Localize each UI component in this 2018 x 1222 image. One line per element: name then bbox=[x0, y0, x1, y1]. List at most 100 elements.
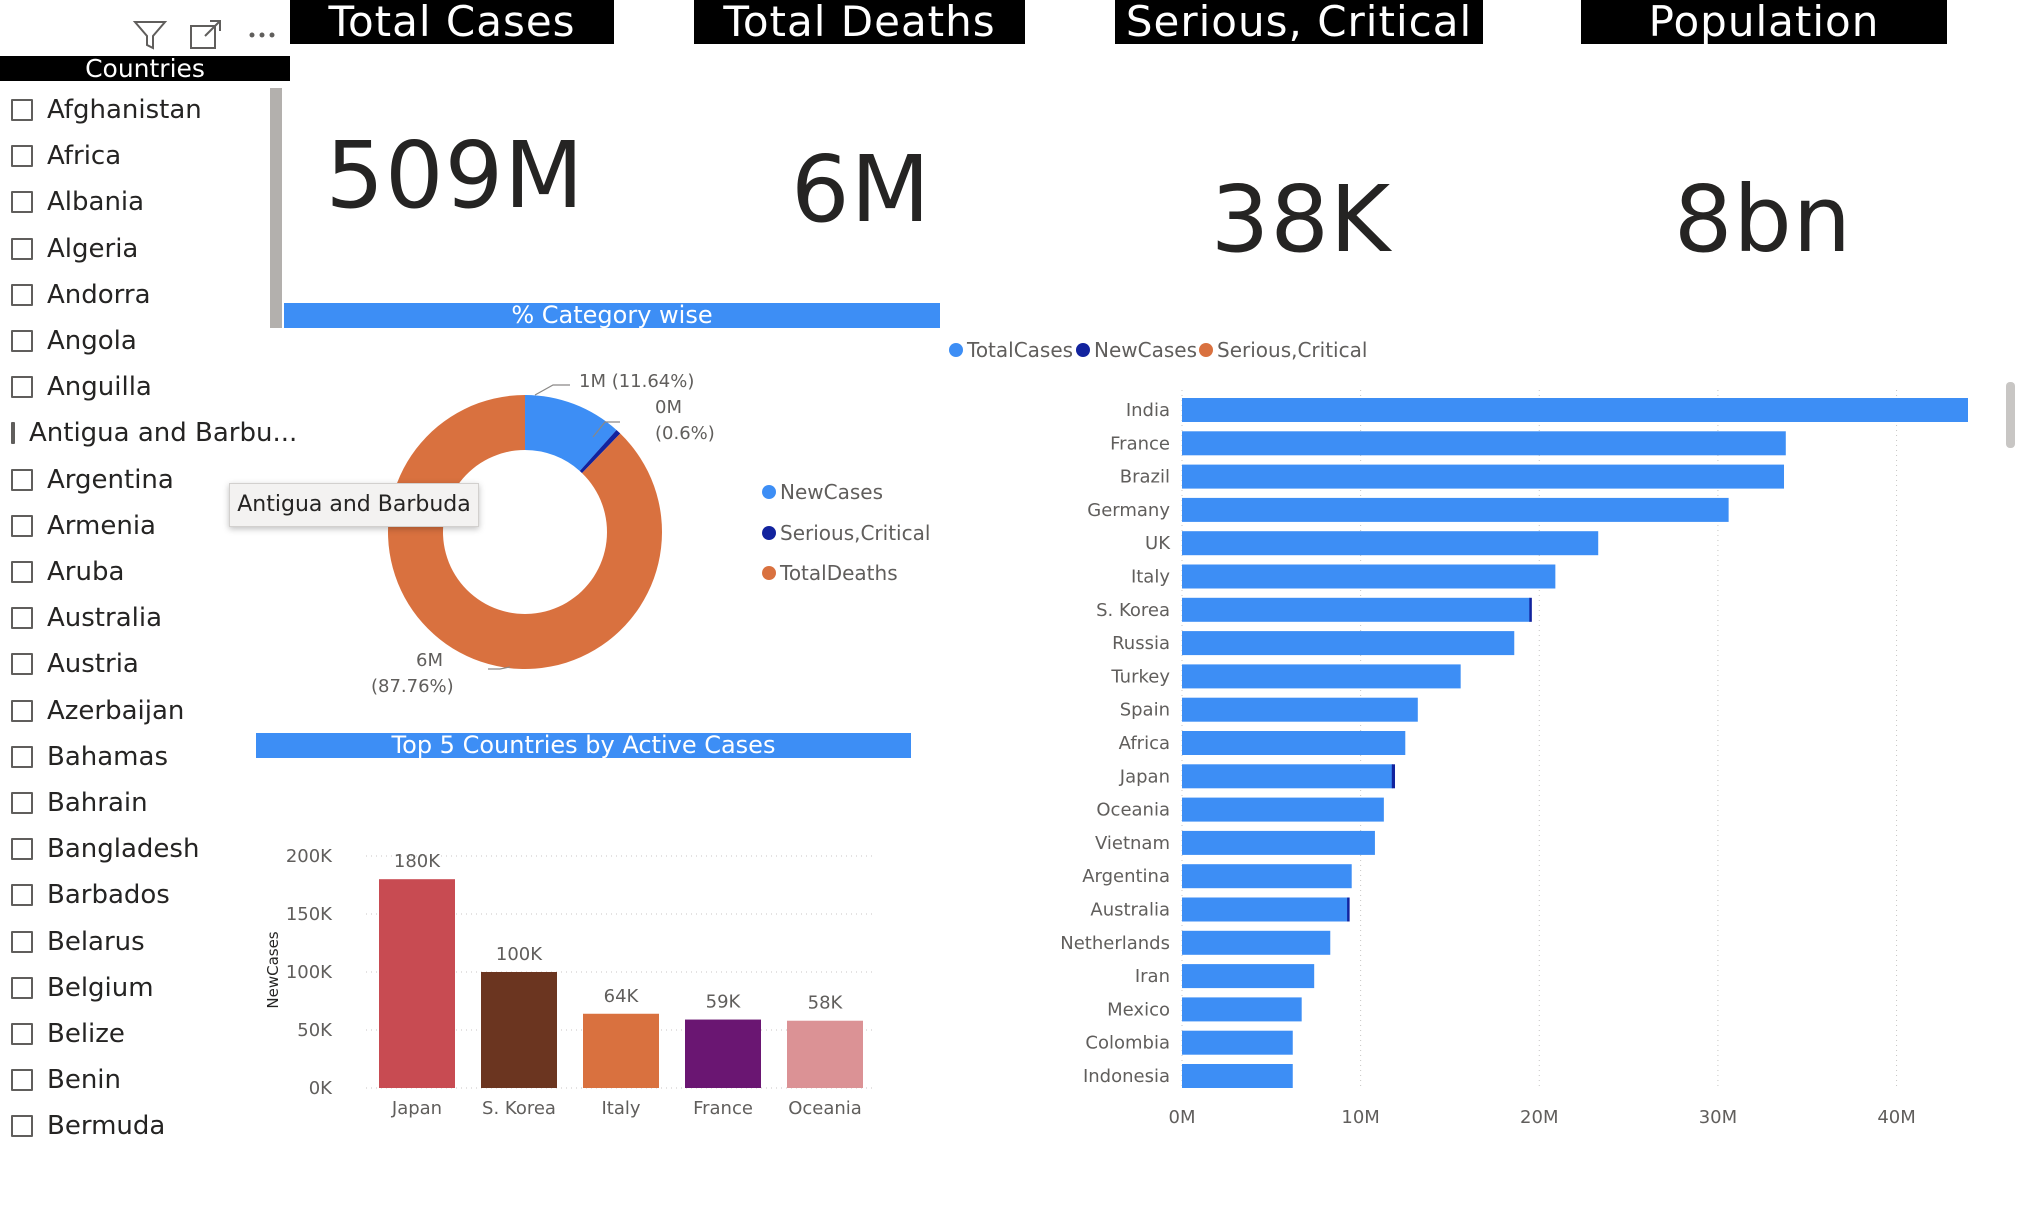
checkbox[interactable] bbox=[11, 699, 33, 722]
checkbox[interactable] bbox=[11, 1115, 33, 1138]
column-bar[interactable] bbox=[583, 1013, 659, 1088]
checkbox[interactable] bbox=[11, 884, 33, 907]
slicer-item[interactable]: Aruba bbox=[0, 552, 280, 592]
donut-legend-newcases[interactable]: NewCases bbox=[762, 480, 883, 504]
checkbox[interactable] bbox=[11, 976, 33, 999]
slicer-item[interactable]: Bangladesh bbox=[0, 829, 280, 869]
slicer-item[interactable]: Bahrain bbox=[0, 783, 280, 823]
bar-newcases[interactable] bbox=[1391, 764, 1396, 789]
slicer-item[interactable]: Afghanistan bbox=[0, 90, 280, 130]
checkbox[interactable] bbox=[11, 422, 15, 445]
bar-totalcases[interactable] bbox=[1182, 897, 1349, 922]
slicer-item[interactable]: Belize bbox=[0, 1014, 280, 1054]
y-tick-label: 100K bbox=[286, 962, 333, 983]
bar-newcases[interactable] bbox=[1529, 597, 1532, 622]
bar-totalcases[interactable] bbox=[1182, 731, 1406, 755]
checkbox[interactable] bbox=[11, 468, 33, 491]
column-bar[interactable] bbox=[685, 1019, 761, 1088]
slicer-item[interactable]: Azerbaijan bbox=[0, 691, 280, 731]
slicer-item[interactable]: Africa bbox=[0, 136, 280, 176]
bar-totalcases[interactable] bbox=[1182, 597, 1531, 622]
legend-dot-icon bbox=[762, 485, 776, 499]
slicer-item[interactable]: Benin bbox=[0, 1060, 280, 1100]
donut-legend-serious[interactable]: Serious,Critical bbox=[762, 521, 930, 545]
checkbox[interactable] bbox=[11, 283, 33, 306]
bar-totalcases[interactable] bbox=[1182, 431, 1786, 456]
checkbox[interactable] bbox=[11, 561, 33, 583]
checkbox[interactable] bbox=[11, 1069, 33, 1092]
bar-totalcases[interactable] bbox=[1182, 531, 1599, 556]
y-tick-label: Japan bbox=[1119, 766, 1170, 787]
y-tick-label: Argentina bbox=[1082, 866, 1170, 887]
checkbox[interactable] bbox=[11, 191, 33, 214]
slicer-item-label: Angola bbox=[47, 326, 137, 356]
checkbox[interactable] bbox=[11, 838, 33, 861]
slicer-item[interactable]: Angola bbox=[0, 321, 280, 361]
country-bar-chart: 0M 10M 20M 30M 40M India France Brazil Germany UK… bbox=[1060, 390, 1968, 1128]
bar-totalcases[interactable] bbox=[1182, 398, 1968, 422]
slicer-item[interactable]: Bahamas bbox=[0, 737, 280, 777]
bar-legend-newcases[interactable]: NewCases bbox=[1076, 338, 1197, 362]
checkbox[interactable] bbox=[11, 607, 33, 630]
bar-totalcases[interactable] bbox=[1182, 664, 1461, 689]
bar-totalcases[interactable] bbox=[1182, 797, 1384, 822]
slicer-item[interactable]: Bermuda bbox=[0, 1106, 280, 1146]
slicer-item[interactable]: Austria bbox=[0, 644, 280, 684]
bar-totalcases[interactable] bbox=[1182, 764, 1393, 789]
checkbox[interactable] bbox=[11, 792, 33, 814]
data-label: 59K bbox=[706, 992, 742, 1013]
slicer-item[interactable]: Belarus bbox=[0, 922, 280, 962]
bar-totalcases[interactable] bbox=[1182, 964, 1315, 989]
donut-legend-deaths[interactable]: TotalDeaths bbox=[762, 561, 898, 585]
checkbox[interactable] bbox=[11, 930, 33, 953]
bar-legend-totalcases[interactable]: TotalCases bbox=[949, 338, 1073, 362]
bar-totalcases[interactable] bbox=[1182, 464, 1785, 489]
page-scrollbar[interactable] bbox=[2006, 382, 2015, 448]
slicer-item[interactable]: Antigua and Barbu... bbox=[0, 413, 297, 453]
slicer-item-label: Australia bbox=[47, 603, 163, 634]
checkbox[interactable] bbox=[11, 1023, 33, 1045]
slicer-item[interactable]: Belgium bbox=[0, 968, 280, 1008]
legend-dot-icon bbox=[1199, 343, 1213, 357]
bar-newcases[interactable] bbox=[1347, 897, 1350, 922]
bar-totalcases[interactable] bbox=[1182, 997, 1302, 1022]
checkbox[interactable] bbox=[11, 237, 33, 260]
column-bar[interactable] bbox=[379, 879, 455, 1088]
bar-totalcases[interactable] bbox=[1182, 697, 1418, 722]
countries-slicer: Afghanistan Africa Albania Algeria Andorra An… bbox=[0, 90, 297, 1170]
column-bar[interactable] bbox=[481, 972, 557, 1088]
bar-totalcases[interactable] bbox=[1182, 1064, 1293, 1088]
bar-totalcases[interactable] bbox=[1182, 497, 1729, 522]
donut-slice[interactable] bbox=[387, 395, 662, 669]
bar-totalcases[interactable] bbox=[1182, 830, 1375, 855]
bar-totalcases[interactable] bbox=[1182, 631, 1515, 656]
slicer-tooltip: Antigua and Barbuda bbox=[229, 483, 479, 527]
slicer-item-label: Bangladesh bbox=[47, 834, 200, 865]
checkbox[interactable] bbox=[11, 653, 33, 676]
column-bar[interactable] bbox=[787, 1020, 863, 1088]
donut-label-new: 1M (11.64%) bbox=[579, 371, 695, 392]
bar-totalcases[interactable] bbox=[1182, 930, 1331, 955]
checkbox[interactable] bbox=[11, 745, 33, 768]
x-tick-label: 40M bbox=[1877, 1107, 1915, 1128]
y-tick-label: Iran bbox=[1135, 966, 1170, 987]
checkbox[interactable] bbox=[11, 376, 33, 399]
checkbox[interactable] bbox=[11, 330, 33, 352]
more-options-icon[interactable] bbox=[244, 18, 280, 52]
slicer-item[interactable]: Australia bbox=[0, 598, 280, 638]
slicer-item[interactable]: Anguilla bbox=[0, 367, 280, 407]
slicer-item[interactable]: Algeria bbox=[0, 229, 280, 269]
slicer-item[interactable]: Albania bbox=[0, 182, 280, 222]
checkbox[interactable] bbox=[11, 514, 33, 537]
bar-totalcases[interactable] bbox=[1182, 564, 1556, 589]
bar-totalcases[interactable] bbox=[1182, 1030, 1293, 1055]
checkbox[interactable] bbox=[11, 99, 33, 121]
focus-mode-icon[interactable] bbox=[188, 18, 224, 52]
filter-icon[interactable] bbox=[132, 18, 168, 52]
slicer-item[interactable]: Barbados bbox=[0, 875, 280, 915]
bar-totalcases[interactable] bbox=[1182, 864, 1352, 889]
bar-legend-serious[interactable]: Serious,Critical bbox=[1199, 338, 1367, 362]
x-tick-label: France bbox=[693, 1098, 753, 1119]
checkbox[interactable] bbox=[11, 145, 33, 168]
slicer-item[interactable]: Andorra bbox=[0, 275, 280, 315]
